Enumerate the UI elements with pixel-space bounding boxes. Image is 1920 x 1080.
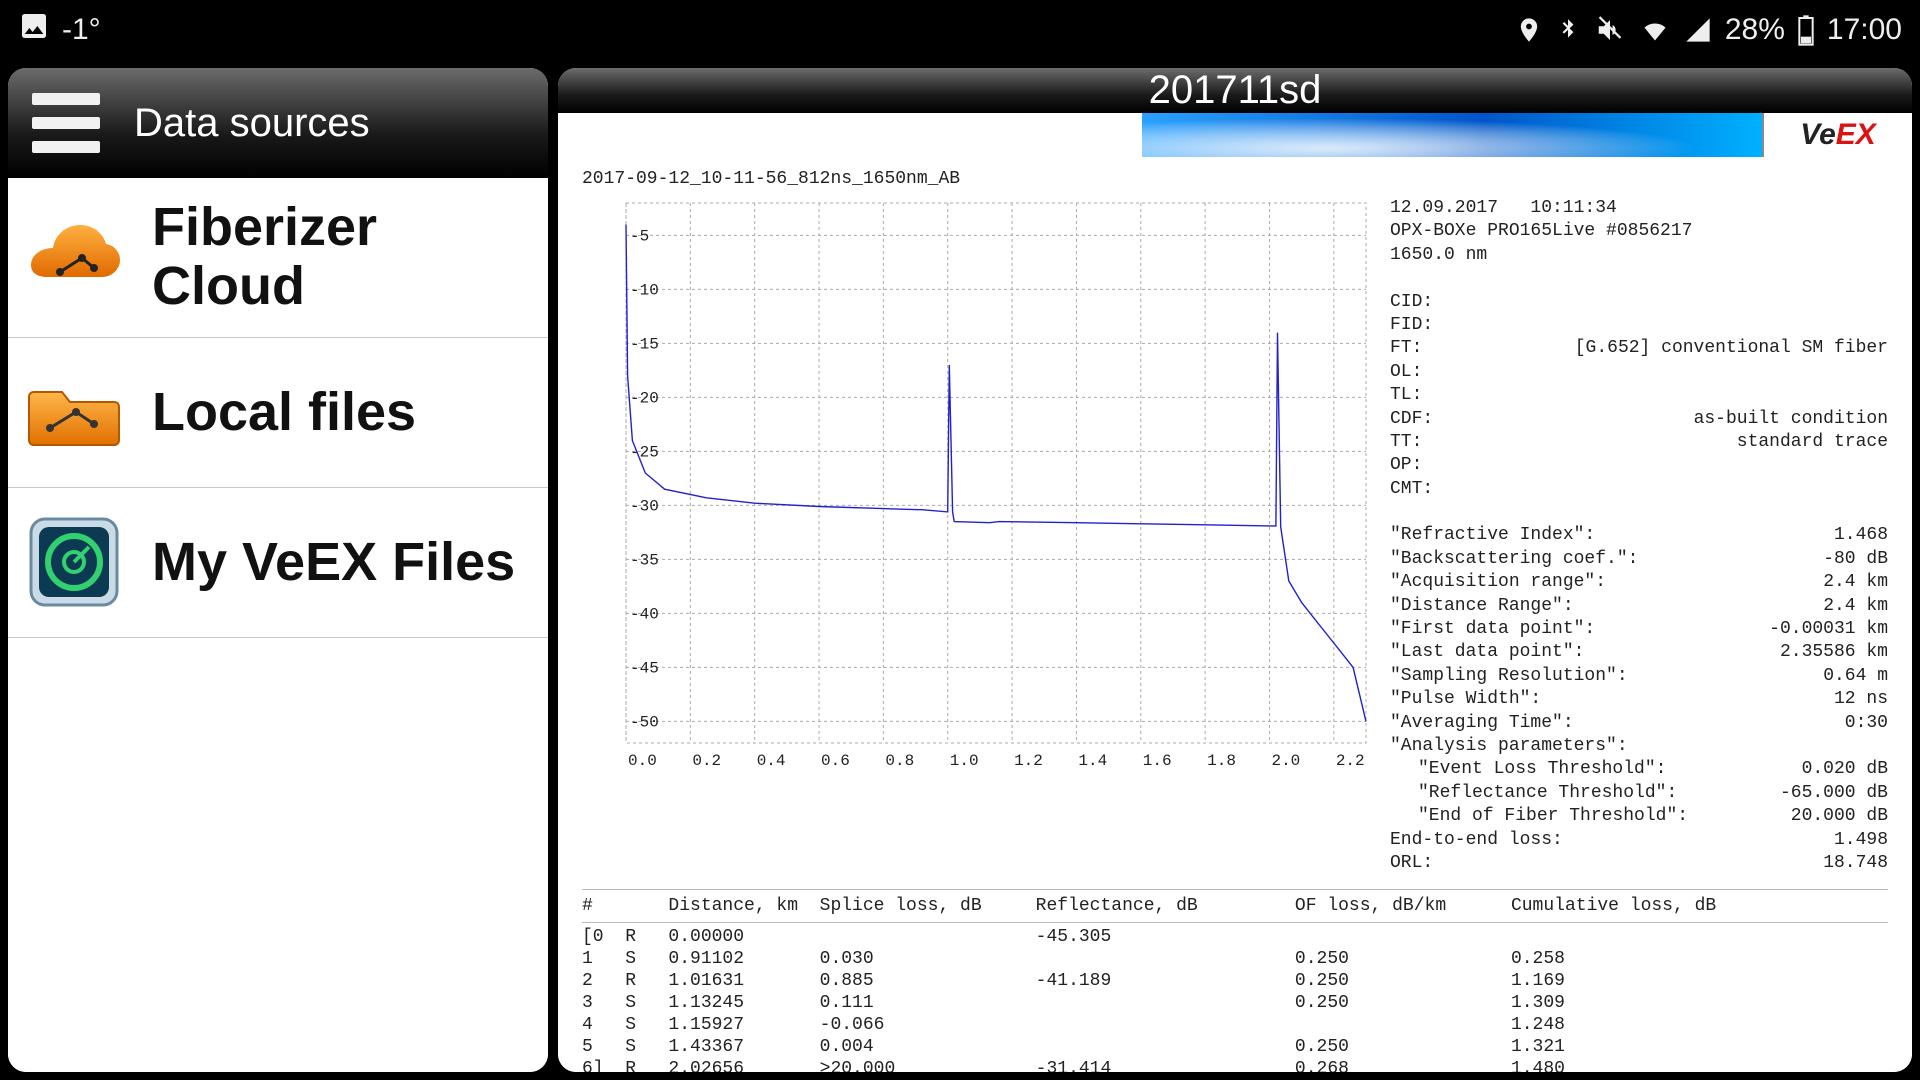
otdr-report[interactable]: VeEX 2017-09-12_10-11-56_812ns_1650nm_AB… <box>558 113 1912 1072</box>
battery-percent: 28% <box>1725 13 1785 47</box>
svg-text:-40: -40 <box>630 605 659 623</box>
svg-text:-20: -20 <box>630 389 659 407</box>
status-bar: -1° 28% 17:00 <box>0 0 1920 60</box>
sidebar-title: Data sources <box>134 101 370 146</box>
svg-text:1.8: 1.8 <box>1207 752 1236 770</box>
svg-text:1.2: 1.2 <box>1014 752 1043 770</box>
cloud-icon <box>24 212 124 302</box>
svg-text:0.4: 0.4 <box>757 752 786 770</box>
status-right: 28% 17:00 <box>1515 13 1902 47</box>
events-table: # Distance, km Splice loss, dB Reflectan… <box>582 889 1888 1072</box>
svg-text:-45: -45 <box>630 659 659 677</box>
otdr-plot[interactable]: -5-10-15-20-25-30-35-40-45-500.00.20.40.… <box>582 197 1372 875</box>
sidebar-item-label: My VeEX Files <box>152 533 515 592</box>
veex-logo: VeEX <box>1762 113 1912 157</box>
main-title-bar: 201711sd <box>558 68 1912 113</box>
svg-text:0.8: 0.8 <box>885 752 914 770</box>
svg-text:1.4: 1.4 <box>1078 752 1107 770</box>
status-left: -1° <box>18 10 101 50</box>
sidebar-item-fiberizer-cloud[interactable]: Fiberizer Cloud <box>8 178 548 338</box>
veex-app-icon <box>24 517 124 607</box>
main-pane: 201711sd VeEX 2017-09-12_10-11-56_812ns_… <box>558 68 1912 1072</box>
source-list: Fiberizer Cloud Local files My VeEX File… <box>8 178 548 1072</box>
sidebar-item-label: Local files <box>152 383 416 442</box>
svg-text:0.6: 0.6 <box>821 752 850 770</box>
svg-text:2.2: 2.2 <box>1336 752 1365 770</box>
svg-text:-30: -30 <box>630 497 659 515</box>
wifi-icon <box>1639 16 1671 44</box>
trace-title: 2017-09-12_10-11-56_812ns_1650nm_AB <box>582 169 1888 189</box>
report-banner: VeEX <box>558 113 1912 157</box>
folder-icon <box>24 367 124 457</box>
status-temperature: -1° <box>62 13 101 47</box>
hamburger-icon[interactable] <box>32 89 100 157</box>
bluetooth-icon <box>1555 15 1581 45</box>
svg-text:-35: -35 <box>630 551 659 569</box>
banner-graphic <box>1142 113 1762 157</box>
svg-text:2.0: 2.0 <box>1271 752 1300 770</box>
sidebar-item-my-veex-files[interactable]: My VeEX Files <box>8 488 548 638</box>
picture-icon <box>18 10 50 50</box>
sidebar-title-bar: Data sources <box>8 68 548 178</box>
svg-text:1.6: 1.6 <box>1143 752 1172 770</box>
svg-text:0.2: 0.2 <box>692 752 721 770</box>
svg-text:-15: -15 <box>630 335 659 353</box>
sidebar-pane: Data sources Fiberizer Cloud Local files <box>8 68 548 1072</box>
battery-icon <box>1797 14 1815 46</box>
measurement-metadata: 12.09.2017 10:11:34OPX-BOXe PRO165Live #… <box>1390 197 1888 875</box>
mute-vibrate-icon <box>1593 15 1627 45</box>
signal-icon <box>1683 16 1713 44</box>
sidebar-item-local-files[interactable]: Local files <box>8 338 548 488</box>
svg-text:-5: -5 <box>630 227 649 245</box>
sidebar-item-label: Fiberizer Cloud <box>152 198 532 317</box>
svg-text:0.0: 0.0 <box>628 752 657 770</box>
location-icon <box>1515 16 1543 44</box>
svg-text:-10: -10 <box>630 281 659 299</box>
svg-text:1.0: 1.0 <box>950 752 979 770</box>
status-time: 17:00 <box>1827 13 1902 47</box>
svg-text:-50: -50 <box>630 713 659 731</box>
main-title: 201711sd <box>1149 68 1322 113</box>
